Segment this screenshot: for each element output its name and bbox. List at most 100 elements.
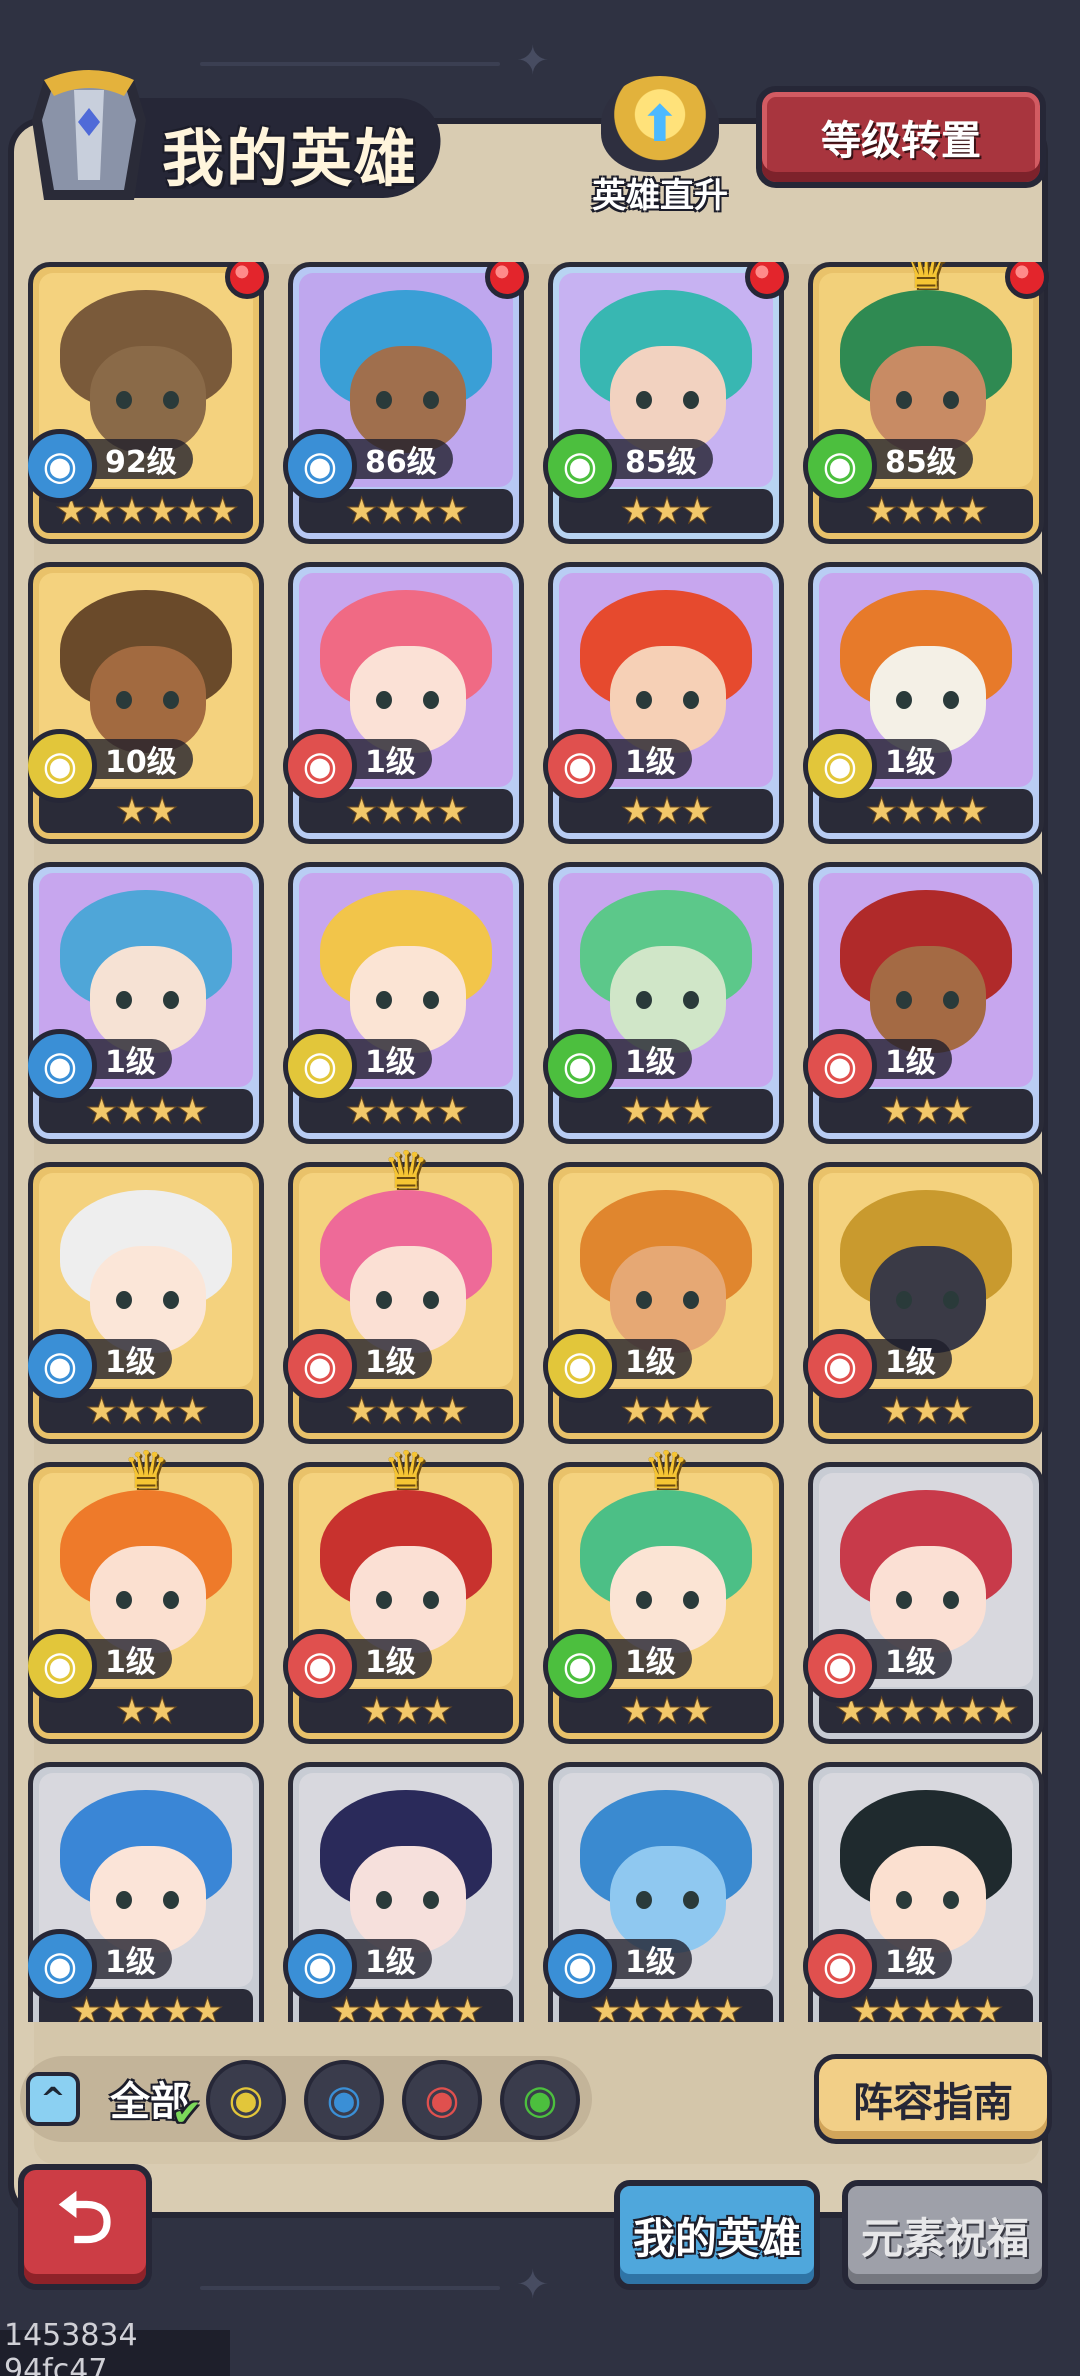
hero-eye <box>896 1290 913 1309</box>
hero-card[interactable]: ★★★ 1级 ◉ <box>803 1162 1044 1444</box>
fire-icon: ◉ <box>803 1329 877 1403</box>
collapse-filter-button[interactable]: ^ <box>26 2072 80 2126</box>
hero-card[interactable]: ★★★★★ 1级 ◉ <box>543 1762 784 2022</box>
hero-card[interactable]: ★★★★★ 1级 ◉ <box>28 1762 264 2022</box>
hero-eye <box>943 990 960 1009</box>
wind-icon: ◉ <box>543 1029 617 1103</box>
hero-card[interactable]: ★★★★ 1级 ◉ <box>28 1162 264 1444</box>
filter-all-button[interactable]: 全部 ✔ <box>104 2058 202 2138</box>
fire-icon: ◉ <box>283 729 357 803</box>
hero-card[interactable]: ★★★ 1级 ◉ ♛ <box>283 1441 524 1744</box>
hero-level: 92级 <box>83 439 193 480</box>
hero-eye <box>376 390 393 409</box>
fire-icon: ◉ <box>283 1629 357 1703</box>
hero-eye <box>943 390 960 409</box>
hero-card[interactable]: ★★★ 1级 ◉ ♛ <box>543 1441 784 1744</box>
hero-card[interactable]: ★★★★ 1级 ◉ <box>803 562 1044 844</box>
earth-icon: ◉ <box>543 1329 617 1403</box>
filter-fire-button[interactable]: ◉ <box>402 2060 482 2140</box>
hero-card[interactable]: ★★★★ 1级 ◉ <box>283 562 524 844</box>
hero-level: 85级 <box>863 439 973 480</box>
hero-eye <box>116 1890 133 1909</box>
hero-eye <box>683 390 700 409</box>
wind-icon: ◉ <box>543 429 617 503</box>
hero-card[interactable]: ★★★ 1级 ◉ <box>543 862 784 1144</box>
hero-card[interactable]: ★★★★ 1级 ◉ <box>28 862 264 1144</box>
back-button[interactable]: ⮌ <box>18 2164 152 2290</box>
hero-card[interactable]: ★★★★ 1级 ◉ <box>283 862 524 1144</box>
bg-star-icon: ✦ <box>516 2262 550 2308</box>
hero-eye <box>163 690 180 709</box>
level-transfer-button[interactable]: 等级转置 <box>756 86 1046 188</box>
crown-icon: ♛ <box>642 1441 690 1501</box>
crown-icon: ♛ <box>382 1441 430 1501</box>
hero-card[interactable]: ★★★★ 1级 ◉ ♛ <box>283 1141 524 1444</box>
hero-card[interactable]: ★★★★★★ 1级 ◉ <box>803 1462 1044 1744</box>
water-drop-icon: ◉ <box>326 2077 362 2123</box>
filter-wind-button[interactable]: ◉ <box>500 2060 580 2140</box>
water-drop-icon: ◉ <box>283 1929 357 2003</box>
filter-earth-button[interactable]: ◉ <box>206 2060 286 2140</box>
hero-card[interactable]: ★★ 1级 ◉ ♛ <box>28 1441 264 1744</box>
hero-eye <box>376 1290 393 1309</box>
helmet-icon <box>32 70 146 200</box>
hero-eye <box>423 390 440 409</box>
hero-eye <box>636 390 653 409</box>
back-arrow-icon: ⮌ <box>56 2176 114 2259</box>
hero-eye <box>163 1890 180 1909</box>
hero-eye <box>163 390 180 409</box>
hero-eye <box>896 1890 913 1909</box>
hero-eye <box>423 1590 440 1609</box>
hero-card[interactable]: ★★★★★★ 92级 ◉ <box>28 262 269 544</box>
hero-eye <box>116 990 133 1009</box>
lineup-guide-button[interactable]: 阵容指南 <box>814 2054 1052 2144</box>
hero-eye <box>943 1590 960 1609</box>
filter-water-button[interactable]: ◉ <box>304 2060 384 2140</box>
wind-icon: ◉ <box>543 1629 617 1703</box>
hero-card[interactable]: ★★★ 85级 ◉ <box>543 262 789 544</box>
hero-direct-upgrade-label: 英雄直升 <box>592 176 728 216</box>
earth-icon: ◉ <box>803 729 877 803</box>
hero-eye <box>683 1290 700 1309</box>
hero-eye <box>896 690 913 709</box>
fire-icon: ◉ <box>803 1029 877 1103</box>
crown-icon: ♛ <box>902 262 950 301</box>
hero-card[interactable]: ★★★★★ 1级 ◉ <box>283 1762 524 2022</box>
hero-card[interactable]: ★★★ 1级 ◉ <box>803 862 1044 1144</box>
hero-eye <box>896 390 913 409</box>
bg-decoration <box>200 2286 500 2290</box>
hero-direct-upgrade-button[interactable]: ⬆ 英雄直升 <box>585 76 735 216</box>
notification-dot-icon <box>745 262 789 299</box>
hero-eye <box>636 1290 653 1309</box>
hero-eye <box>683 1590 700 1609</box>
hero-card[interactable]: ★★★ 1级 ◉ <box>543 562 784 844</box>
tab-my-heroes[interactable]: 我的英雄 <box>614 2180 820 2290</box>
earth-icon: ◉ <box>228 2077 264 2123</box>
earth-icon: ◉ <box>283 1029 357 1103</box>
hero-eye <box>423 690 440 709</box>
hero-eye <box>636 690 653 709</box>
hero-eye <box>116 1290 133 1309</box>
hero-eye <box>163 1590 180 1609</box>
checkmark-icon: ✔ <box>171 2093 202 2134</box>
fire-icon: ◉ <box>424 2077 460 2123</box>
hero-level: 85级 <box>603 439 713 480</box>
water-drop-icon: ◉ <box>543 1929 617 2003</box>
fire-icon: ◉ <box>803 1629 877 1703</box>
hero-card[interactable]: ★★★★ 86级 ◉ <box>283 262 529 544</box>
hero-eye <box>636 1890 653 1909</box>
tab-element-blessing[interactable]: 元素祝福 <box>842 2180 1048 2290</box>
hero-card[interactable]: ★★★★ 85级 ◉ ♛ <box>803 262 1049 544</box>
water-drop-icon: ◉ <box>283 429 357 503</box>
hero-eye <box>683 990 700 1009</box>
notification-dot-icon <box>485 262 529 299</box>
hero-card[interactable]: ★★★★★ 1级 ◉ <box>803 1762 1044 2022</box>
hero-card[interactable]: ★★ 10级 ◉ <box>28 562 264 844</box>
hero-eye <box>116 690 133 709</box>
wind-icon: ◉ <box>522 2077 558 2123</box>
hero-card[interactable]: ★★★ 1级 ◉ <box>543 1162 784 1444</box>
notification-dot-icon <box>225 262 269 299</box>
hero-eye <box>163 990 180 1009</box>
hero-level: 86级 <box>343 439 453 480</box>
hero-eye <box>116 390 133 409</box>
